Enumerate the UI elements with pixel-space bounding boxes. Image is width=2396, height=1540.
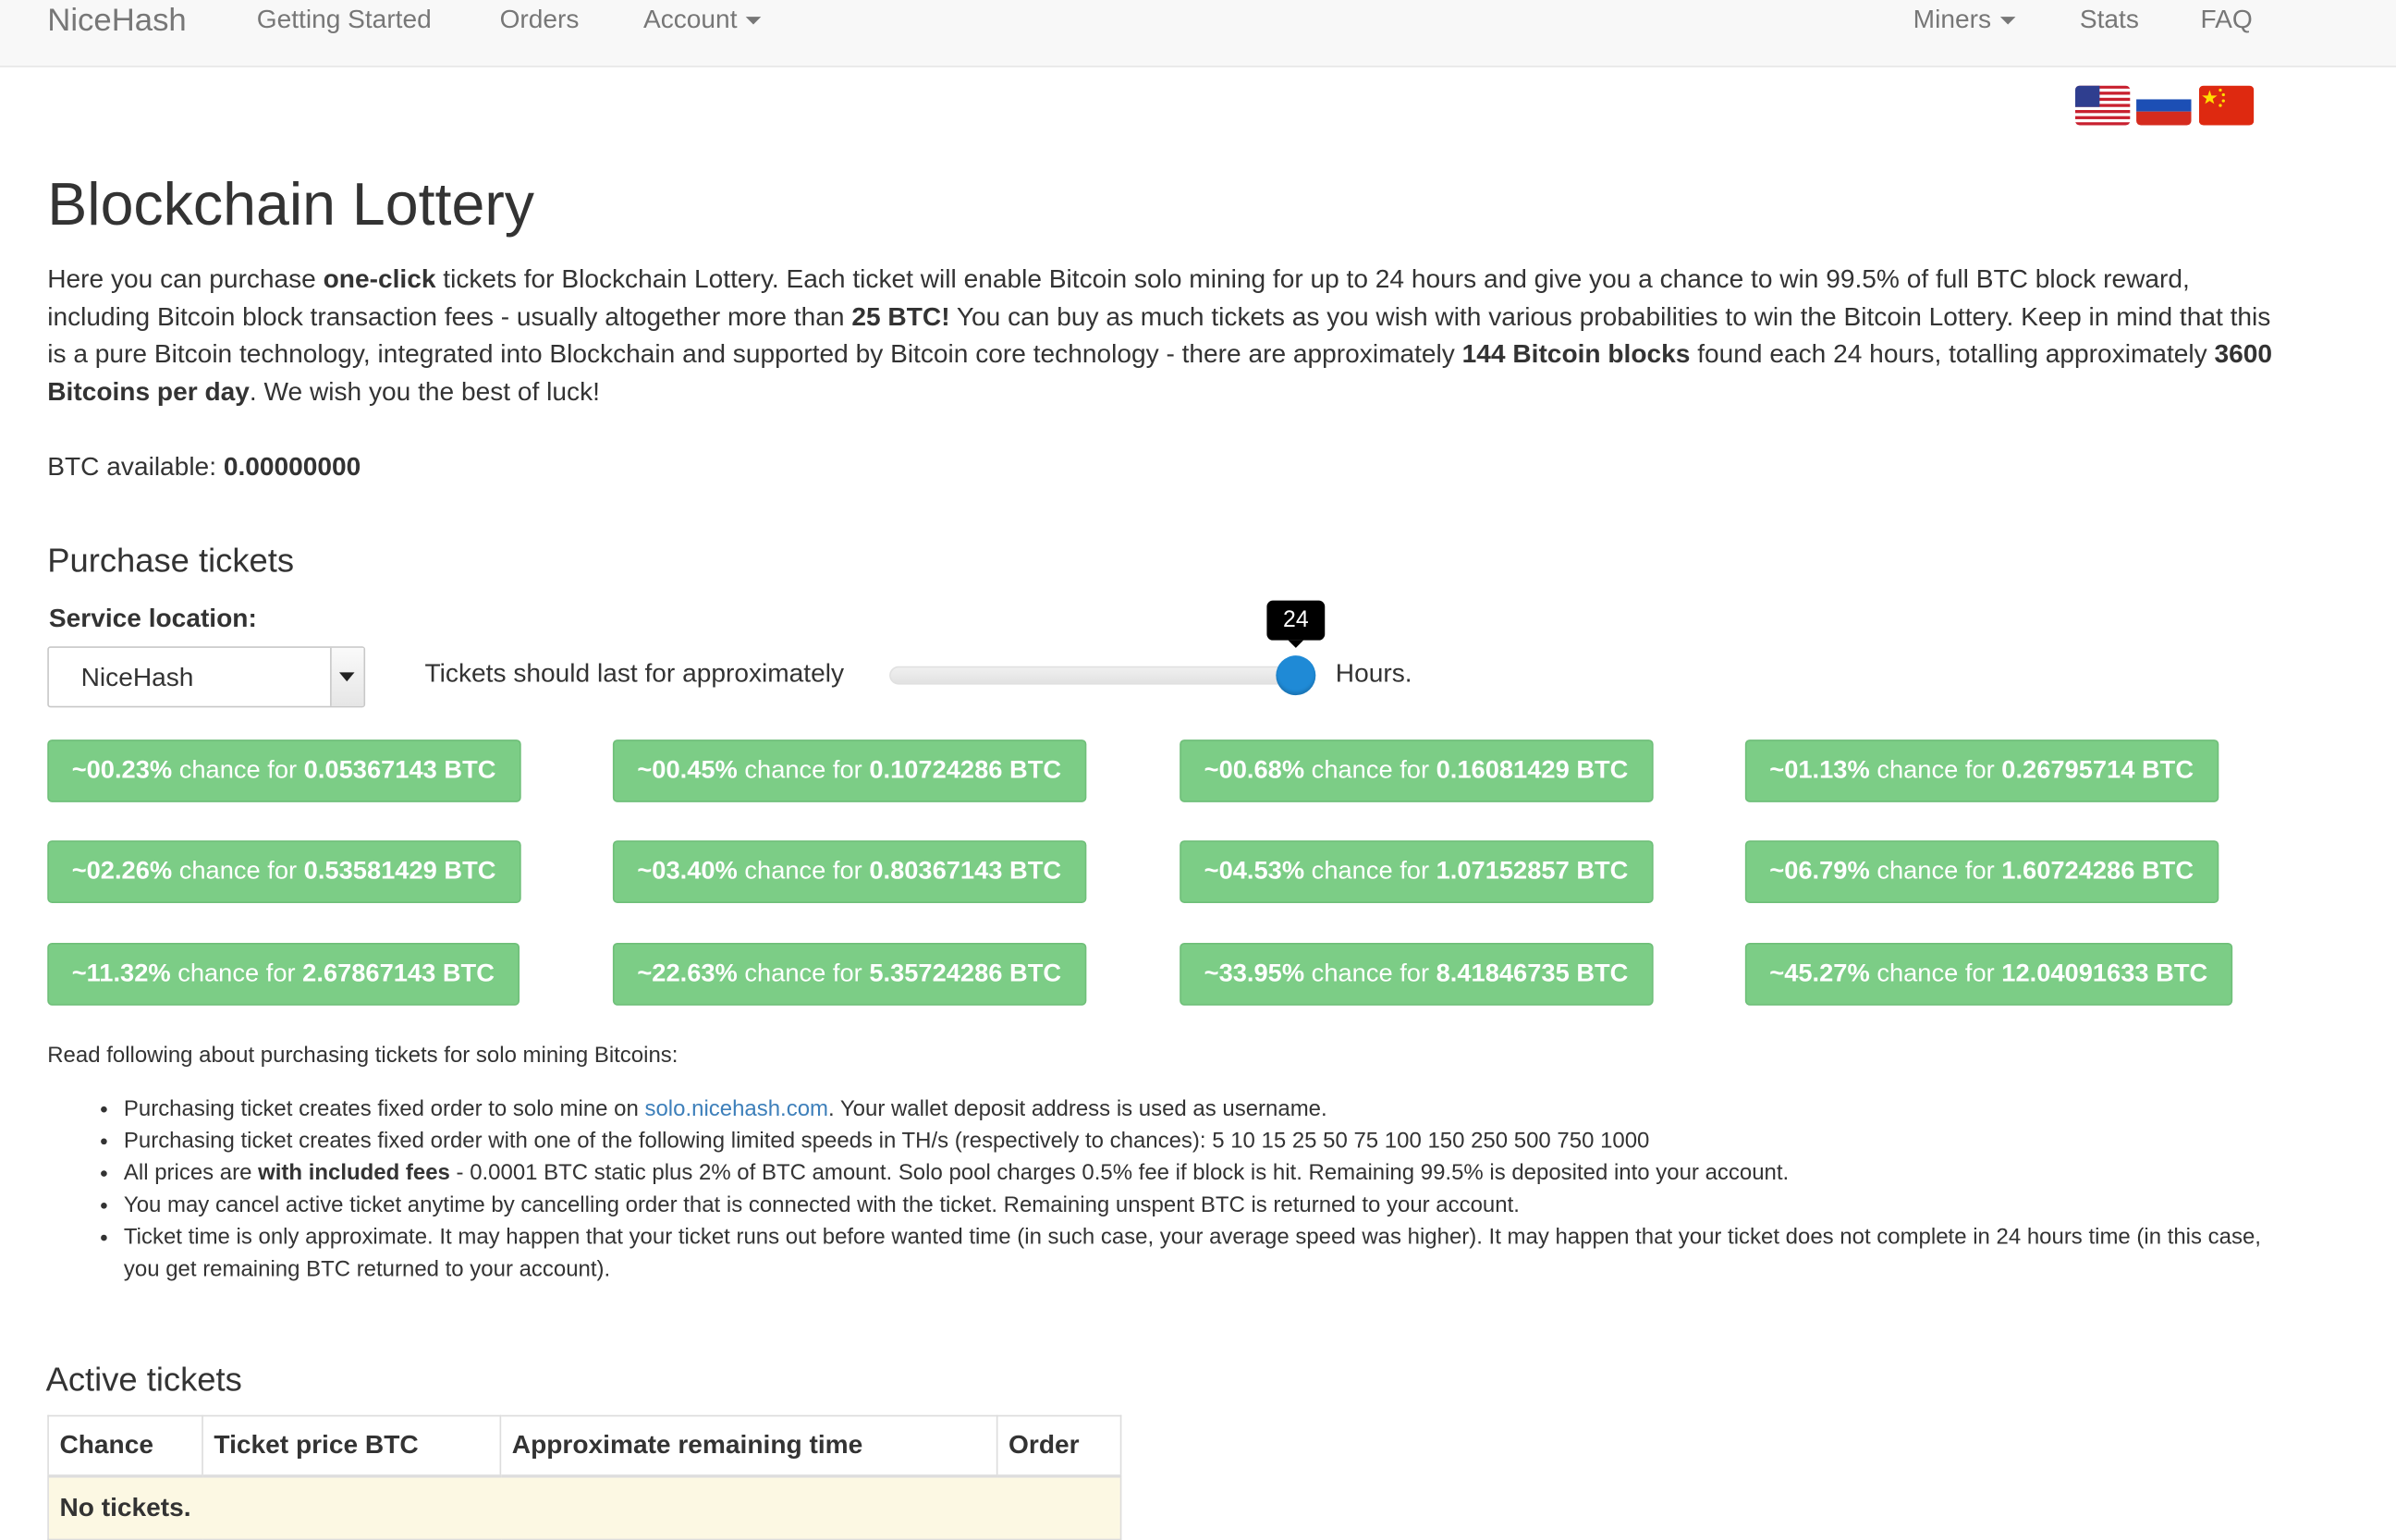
buy-ticket-button[interactable]: ~00.45% chance for 0.10724286 BTC: [612, 739, 1086, 802]
ticket-price: 0.80367143 BTC: [869, 857, 1062, 886]
russian-flag-icon[interactable]: [2136, 85, 2192, 126]
nav-account-label: Account: [642, 4, 738, 34]
notes-list: Purchasing ticket creates fixed order to…: [47, 1094, 2293, 1287]
list-item: All prices are with included fees - 0.00…: [124, 1158, 2293, 1191]
column-header: Order: [996, 1414, 1122, 1478]
btc-balance-value: 0.00000000: [223, 452, 361, 482]
buy-ticket-button[interactable]: ~01.13% chance for 0.26795714 BTC: [1744, 739, 2219, 802]
service-location-value: NiceHash: [80, 663, 194, 692]
buy-ticket-button[interactable]: ~00.23% chance for 0.05367143 BTC: [47, 739, 520, 802]
btc-balance-label: BTC available:: [47, 452, 224, 482]
ticket-chance-word: chance for: [170, 959, 303, 987]
top-navbar: NiceHash Getting Started Orders Account …: [0, 0, 2396, 67]
slider-tooltip: 24: [1266, 600, 1326, 648]
buy-ticket-button[interactable]: ~02.26% chance for 0.53581429 BTC: [47, 840, 520, 903]
intro-paragraph: Here you can purchase one-click tickets …: [47, 263, 2273, 406]
chevron-down-icon: [338, 672, 355, 682]
list-item: Purchasing ticket creates fixed order wi…: [124, 1126, 2293, 1158]
ticket-chance: ~06.79%: [1769, 857, 1870, 886]
brand-logo[interactable]: NiceHash: [47, 3, 187, 40]
column-header: Ticket price BTC: [202, 1414, 502, 1478]
ticket-price: 0.26795714 BTC: [2001, 756, 2194, 785]
ticket-price: 1.60724286 BTC: [2001, 857, 2194, 886]
ticket-price: 0.05367143 BTC: [303, 756, 496, 785]
duration-slider-handle[interactable]: [1276, 655, 1316, 696]
ticket-chance-word: chance for: [737, 857, 870, 886]
ticket-price: 2.67867143 BTC: [302, 959, 495, 987]
ticket-chance: ~04.53%: [1204, 857, 1305, 886]
page-title: Blockchain Lottery: [47, 172, 535, 238]
buy-ticket-button[interactable]: ~45.27% chance for 12.04091633 BTC: [1744, 942, 2232, 1006]
ticket-price: 5.35724286 BTC: [869, 959, 1062, 987]
nav-miners-label: Miners: [1913, 4, 1992, 34]
list-item: Ticket time is only approximate. It may …: [124, 1222, 2293, 1286]
ticket-chance: ~22.63%: [637, 959, 738, 987]
ticket-price: 0.16081429 BTC: [1436, 756, 1629, 785]
ticket-chance: ~01.13%: [1769, 756, 1870, 785]
list-item: You may cancel active ticket anytime by …: [124, 1191, 2293, 1223]
buy-ticket-button[interactable]: ~11.32% chance for 2.67867143 BTC: [47, 942, 520, 1006]
nav-account-dropdown[interactable]: Account: [643, 5, 762, 35]
ticket-chance: ~00.68%: [1204, 756, 1305, 785]
chevron-down-icon: [1999, 17, 2016, 25]
table-header-row: Chance Ticket price BTC Approximate rema…: [47, 1414, 1122, 1478]
dropdown-toggle[interactable]: [330, 647, 364, 706]
ticket-chance-word: chance for: [737, 756, 870, 785]
ticket-chance-word: chance for: [737, 959, 870, 987]
buy-ticket-button[interactable]: ~33.95% chance for 8.41846735 BTC: [1180, 942, 1653, 1006]
service-location-select[interactable]: NiceHash: [47, 646, 366, 708]
notes-intro: Read following about purchasing tickets …: [47, 1044, 678, 1069]
chinese-flag-icon[interactable]: [2198, 85, 2255, 126]
nav-orders[interactable]: Orders: [500, 5, 580, 35]
nav-faq[interactable]: FAQ: [2200, 5, 2252, 35]
ticket-price: 8.41846735 BTC: [1436, 959, 1629, 987]
purchase-heading: Purchase tickets: [47, 541, 295, 580]
list-item: Purchasing ticket creates fixed order to…: [124, 1094, 2293, 1127]
hours-label: Hours.: [1335, 658, 1412, 688]
ticket-chance-word: chance for: [1869, 959, 2002, 987]
ticket-chance-word: chance for: [1869, 857, 2002, 886]
us-flag-icon[interactable]: [2074, 85, 2131, 126]
ticket-chance: ~03.40%: [637, 857, 738, 886]
column-header: Approximate remaining time: [499, 1414, 998, 1478]
buy-ticket-button[interactable]: ~22.63% chance for 5.35724286 BTC: [612, 942, 1086, 1006]
buy-ticket-button[interactable]: ~06.79% chance for 1.60724286 BTC: [1744, 840, 2219, 903]
ticket-chance-word: chance for: [172, 756, 304, 785]
ticket-chance-word: chance for: [1304, 857, 1436, 886]
duration-slider-track[interactable]: [889, 666, 1300, 685]
ticket-chance-word: chance for: [1304, 959, 1436, 987]
service-location-label: Service location:: [48, 603, 257, 633]
ticket-chance: ~45.27%: [1769, 959, 1870, 987]
nav-miners-dropdown[interactable]: Miners: [1913, 5, 2016, 35]
ticket-price: 0.10724286 BTC: [869, 756, 1062, 785]
table-row: No tickets.: [47, 1475, 1122, 1540]
btc-balance: BTC available: 0.00000000: [47, 452, 361, 483]
buy-ticket-button[interactable]: ~03.40% chance for 0.80367143 BTC: [612, 840, 1086, 903]
buy-ticket-button[interactable]: ~00.68% chance for 0.16081429 BTC: [1180, 739, 1653, 802]
column-header: Chance: [47, 1414, 203, 1478]
ticket-chance-word: chance for: [172, 857, 304, 886]
ticket-price: 0.53581429 BTC: [303, 857, 496, 886]
buy-ticket-button[interactable]: ~04.53% chance for 1.07152857 BTC: [1180, 840, 1653, 903]
ticket-chance-word: chance for: [1869, 756, 2002, 785]
ticket-price: 12.04091633 BTC: [2001, 959, 2208, 987]
active-tickets-heading: Active tickets: [45, 1360, 242, 1399]
ticket-chance: ~00.45%: [637, 756, 738, 785]
chevron-down-icon: [746, 17, 762, 25]
solo-pool-link[interactable]: solo.nicehash.com: [644, 1097, 828, 1121]
ticket-price: 1.07152857 BTC: [1436, 857, 1629, 886]
ticket-chance-word: chance for: [1304, 756, 1436, 785]
empty-message: No tickets.: [47, 1475, 1122, 1540]
ticket-chance: ~33.95%: [1204, 959, 1305, 987]
duration-label: Tickets should last for approximately: [424, 658, 845, 688]
nav-stats[interactable]: Stats: [2080, 5, 2139, 35]
nav-getting-started[interactable]: Getting Started: [257, 5, 432, 35]
ticket-chance: ~02.26%: [71, 857, 173, 886]
ticket-chance: ~11.32%: [71, 959, 171, 987]
ticket-chance: ~00.23%: [71, 756, 173, 785]
